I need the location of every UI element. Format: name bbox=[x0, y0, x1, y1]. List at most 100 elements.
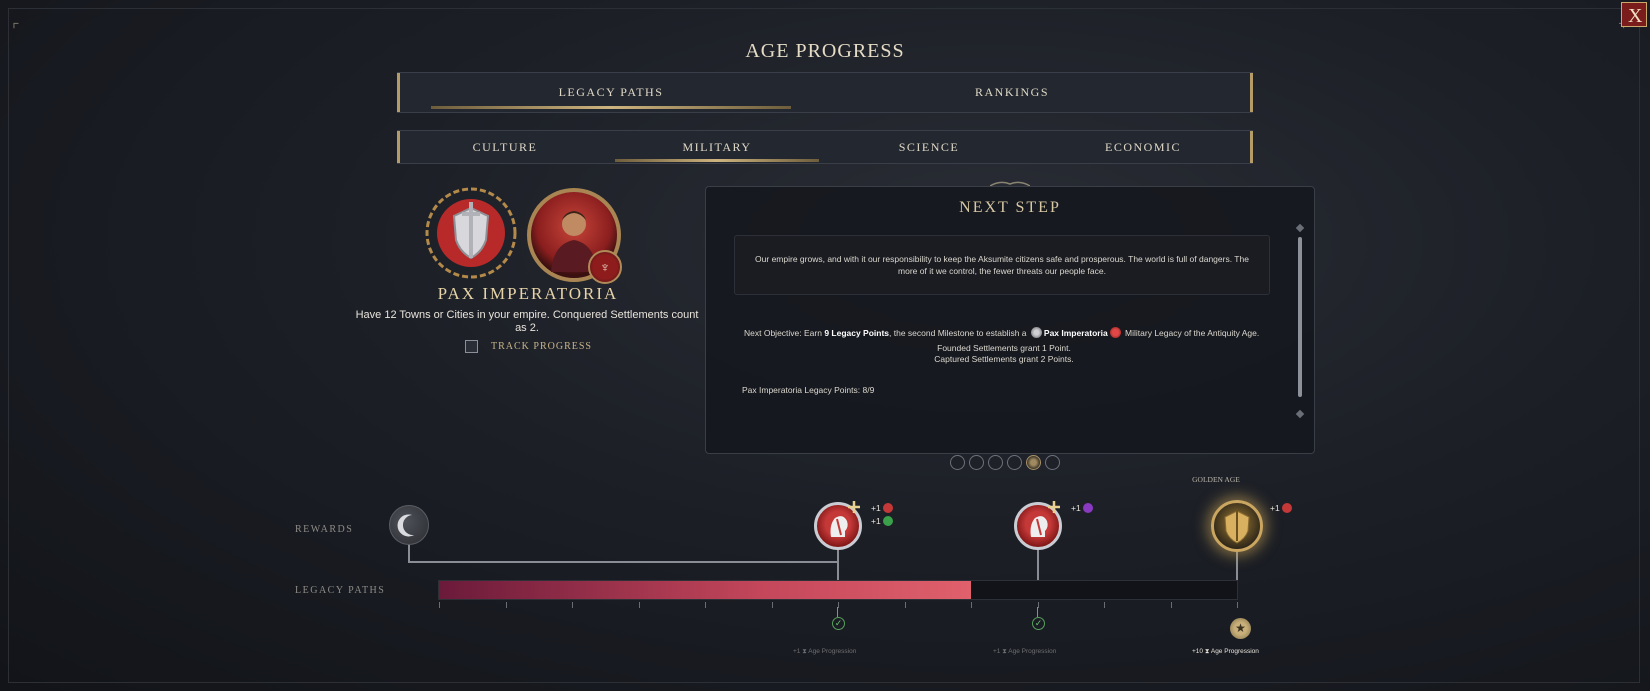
progress-tick bbox=[705, 602, 706, 608]
tab-label: LEGACY PATHS bbox=[558, 85, 664, 99]
next-step-title: NEXT STEP bbox=[959, 199, 1061, 216]
objective-mid: , the second Milestone to establish a bbox=[889, 328, 1029, 338]
objective-points: 9 Legacy Points bbox=[824, 328, 890, 338]
tab-bar-endcap bbox=[397, 73, 400, 112]
tab-bar-endcap bbox=[397, 131, 400, 163]
page-dot[interactable] bbox=[1026, 455, 1041, 470]
tab-label: MILITARY bbox=[682, 139, 752, 154]
age-progression-value: +10 bbox=[1192, 648, 1204, 655]
legacy-path-description: Have 12 Towns or Cities in your empire. … bbox=[355, 309, 699, 334]
top-tab-bar: LEGACY PATHS RANKINGS bbox=[397, 72, 1253, 113]
progress-tick bbox=[572, 602, 573, 608]
reward-connector-line bbox=[408, 561, 838, 563]
progress-tick bbox=[1104, 602, 1105, 608]
tab-culture[interactable]: CULTURE bbox=[405, 131, 605, 163]
page-title: AGE PROGRESS bbox=[745, 40, 905, 62]
check-icon: ✓ bbox=[832, 617, 845, 630]
reward-bonus: +1 bbox=[871, 516, 893, 526]
active-tab-underline bbox=[615, 159, 819, 162]
close-button[interactable]: X bbox=[1621, 2, 1647, 27]
sub-tab-bar: CULTURE MILITARY SCIENCE ECONOMIC bbox=[397, 130, 1253, 164]
page-dot[interactable] bbox=[988, 455, 1003, 470]
golden-age-label: GOLDEN AGE bbox=[1192, 475, 1240, 484]
flavor-text: Our empire grows, and with it our respon… bbox=[755, 254, 1249, 276]
objective-suffix: Military Legacy of the Antiquity Age. bbox=[1122, 328, 1260, 338]
panel-scrollbar[interactable] bbox=[1295, 223, 1305, 419]
page-dot[interactable] bbox=[950, 455, 965, 470]
reward-bonus: +1 bbox=[1071, 503, 1093, 513]
plus-icon bbox=[848, 500, 860, 513]
objective-text: Next Objective: Earn 9 Legacy Points, th… bbox=[744, 327, 1264, 365]
reward-bonus: +1 bbox=[1270, 503, 1292, 513]
tab-economic[interactable]: ECONOMIC bbox=[1043, 131, 1243, 163]
crescent-moon-icon bbox=[389, 505, 429, 545]
age-progression-label: +1 ⧗ Age Progression bbox=[993, 648, 1056, 656]
corner-ornament-icon: ⌜ bbox=[12, 20, 20, 39]
rule-founded: Founded Settlements grant 1 Point. bbox=[937, 343, 1071, 353]
objective-prefix: Next Objective: Earn bbox=[744, 328, 825, 338]
age-progression-label: +1 ⧗ Age Progression bbox=[793, 648, 856, 656]
tab-military[interactable]: MILITARY bbox=[615, 131, 819, 163]
page-dot[interactable] bbox=[1007, 455, 1022, 470]
bonus-type-icon bbox=[882, 516, 893, 526]
check-icon: ✓ bbox=[1032, 617, 1045, 630]
bonus-value: +1 bbox=[871, 503, 881, 513]
star-icon: ★ bbox=[1230, 618, 1251, 639]
progress-tick bbox=[1237, 602, 1238, 608]
scroll-down-icon[interactable] bbox=[1295, 409, 1305, 419]
flavor-text-box: Our empire grows, and with it our respon… bbox=[734, 235, 1270, 295]
progress-tick bbox=[838, 602, 839, 608]
military-badge-icon: ♆ bbox=[588, 250, 622, 284]
bonus-type-icon bbox=[1082, 503, 1093, 513]
progress-tick bbox=[439, 602, 440, 608]
active-tab-underline bbox=[431, 106, 791, 109]
military-inline-icon bbox=[1109, 327, 1121, 338]
legacy-path-inline-icon bbox=[1030, 327, 1042, 338]
tab-bar-endcap bbox=[1250, 131, 1253, 163]
golden-shield-icon[interactable] bbox=[1211, 500, 1263, 552]
bonus-type-icon bbox=[882, 503, 893, 513]
tab-rankings[interactable]: RANKINGS bbox=[827, 73, 1197, 112]
track-progress-label: TRACK PROGRESS bbox=[491, 341, 592, 352]
scrollbar-thumb[interactable] bbox=[1298, 237, 1302, 397]
plus-icon bbox=[1048, 500, 1060, 513]
progress-tick bbox=[506, 602, 507, 608]
objective-legacy-name: Pax Imperatoria bbox=[1043, 328, 1108, 338]
progress-tick bbox=[772, 602, 773, 608]
tab-label: SCIENCE bbox=[898, 139, 960, 154]
reward-bonus: +1 bbox=[871, 503, 893, 513]
tab-label: RANKINGS bbox=[974, 85, 1049, 99]
legacy-progress-fill bbox=[439, 581, 971, 599]
milestone-connector bbox=[1037, 548, 1039, 580]
page-dot[interactable] bbox=[1045, 455, 1060, 470]
progress-tick bbox=[639, 602, 640, 608]
tab-bar-endcap bbox=[1250, 73, 1253, 112]
legacy-path-name: PAX IMPERATORIA bbox=[437, 284, 619, 303]
age-progression-text: Age Progression bbox=[1008, 648, 1057, 655]
page-indicator bbox=[950, 455, 1060, 470]
age-progression-text: Age Progression bbox=[1210, 648, 1259, 655]
tab-label: ECONOMIC bbox=[1104, 139, 1181, 154]
bonus-value: +1 bbox=[871, 516, 881, 526]
milestone-stem bbox=[1037, 607, 1038, 617]
age-progression-label: +10 ⧗ Age Progression bbox=[1192, 648, 1259, 656]
progress-tick bbox=[905, 602, 906, 608]
shield-laurel-icon bbox=[424, 186, 518, 280]
bonus-value: +1 bbox=[1270, 503, 1280, 513]
progress-tick bbox=[1038, 602, 1039, 608]
rewards-label: REWARDS bbox=[295, 524, 354, 535]
page-dot[interactable] bbox=[969, 455, 984, 470]
bonus-type-icon bbox=[1281, 503, 1292, 513]
tab-label: CULTURE bbox=[472, 139, 538, 154]
tab-legacy-paths[interactable]: LEGACY PATHS bbox=[431, 73, 791, 112]
milestone-connector bbox=[837, 548, 839, 580]
legacy-points-status: Pax Imperatoria Legacy Points: 8/9 bbox=[742, 385, 875, 395]
scroll-up-icon[interactable] bbox=[1295, 223, 1305, 233]
bonus-value: +1 bbox=[1071, 503, 1081, 513]
rule-captured: Captured Settlements grant 2 Points. bbox=[934, 354, 1074, 364]
track-progress-toggle[interactable]: TRACK PROGRESS bbox=[465, 340, 592, 353]
tab-science[interactable]: SCIENCE bbox=[829, 131, 1029, 163]
track-progress-checkbox[interactable] bbox=[465, 340, 478, 353]
age-progression-text: Age Progression bbox=[808, 648, 857, 655]
progress-tick bbox=[971, 602, 972, 608]
